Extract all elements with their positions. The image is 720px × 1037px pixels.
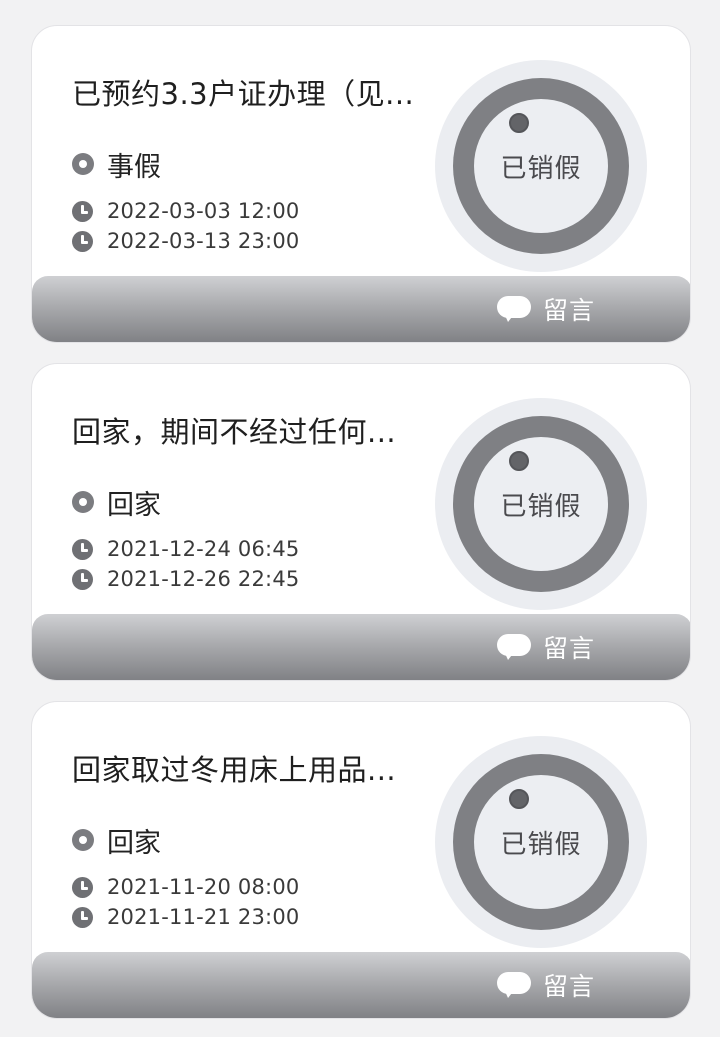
leave-type-label: 事假 [107,151,161,183]
end-time-row: 2021-12-26 22:45 [72,565,299,593]
end-time: 2021-12-26 22:45 [107,567,300,591]
status-badge: 已销假 [435,60,647,272]
comment-label: 留言 [542,296,595,325]
ring-knob-icon [509,451,529,471]
radio-dot-icon [72,829,94,851]
status-center: 已销假 [474,99,608,233]
status-ring: 已销假 [453,78,629,254]
end-time: 2022-03-13 23:00 [107,229,300,253]
end-time: 2021-11-21 23:00 [107,905,300,929]
start-time-row: 2022-03-03 12:00 [72,197,299,225]
leave-record-card[interactable]: 已预约3.3户证办理（见... 事假 2022-03-03 12:00 2022… [31,25,691,343]
radio-dot-icon [72,491,94,513]
end-time-row: 2022-03-13 23:00 [72,227,299,255]
comment-button[interactable]: 留言 [496,968,595,1002]
leave-type-row: 事假 [72,147,161,183]
comment-button[interactable]: 留言 [496,630,595,664]
status-ring: 已销假 [453,754,629,930]
status-label: 已销假 [500,829,582,860]
leave-record-list: 已预约3.3户证办理（见... 事假 2022-03-03 12:00 2022… [0,0,720,1037]
speech-bubble-icon [496,296,531,322]
leave-record-card[interactable]: 回家取过冬用床上用品... 回家 2021-11-20 08:00 2021-1… [31,701,691,1019]
status-ring: 已销假 [453,416,629,592]
clock-icon [72,876,93,898]
radio-dot-icon [72,153,94,175]
status-center: 已销假 [474,775,608,909]
comment-bar[interactable]: 留言 [32,276,690,342]
start-time-row: 2021-12-24 06:45 [72,535,299,563]
leave-type-row: 回家 [72,485,161,521]
leave-type-label: 回家 [107,827,161,859]
start-time: 2022-03-03 12:00 [107,199,300,223]
comment-label: 留言 [542,972,595,1001]
comment-label: 留言 [542,634,595,663]
leave-type-row: 回家 [72,823,161,859]
clock-icon [72,200,93,222]
status-badge: 已销假 [435,398,647,610]
clock-icon [72,538,93,560]
leave-record-card[interactable]: 回家，期间不经过任何... 回家 2021-12-24 06:45 2021-1… [31,363,691,681]
leave-reason-title: 回家，期间不经过任何... [72,415,397,449]
leave-reason-title: 已预约3.3户证办理（见... [72,77,415,111]
status-label: 已销假 [500,153,582,184]
comment-bar[interactable]: 留言 [32,614,690,680]
status-label: 已销假 [500,491,582,522]
comment-bar[interactable]: 留言 [32,952,690,1018]
comment-button[interactable]: 留言 [496,292,595,326]
status-center: 已销假 [474,437,608,571]
speech-bubble-icon [496,972,531,998]
ring-knob-icon [509,113,529,133]
start-time: 2021-12-24 06:45 [107,537,300,561]
ring-knob-icon [509,789,529,809]
clock-icon [72,906,93,928]
leave-reason-title: 回家取过冬用床上用品... [72,753,397,787]
end-time-row: 2021-11-21 23:00 [72,903,299,931]
clock-icon [72,230,93,252]
start-time: 2021-11-20 08:00 [107,875,300,899]
start-time-row: 2021-11-20 08:00 [72,873,299,901]
leave-type-label: 回家 [107,489,161,521]
clock-icon [72,568,93,590]
speech-bubble-icon [496,634,531,660]
status-badge: 已销假 [435,736,647,948]
